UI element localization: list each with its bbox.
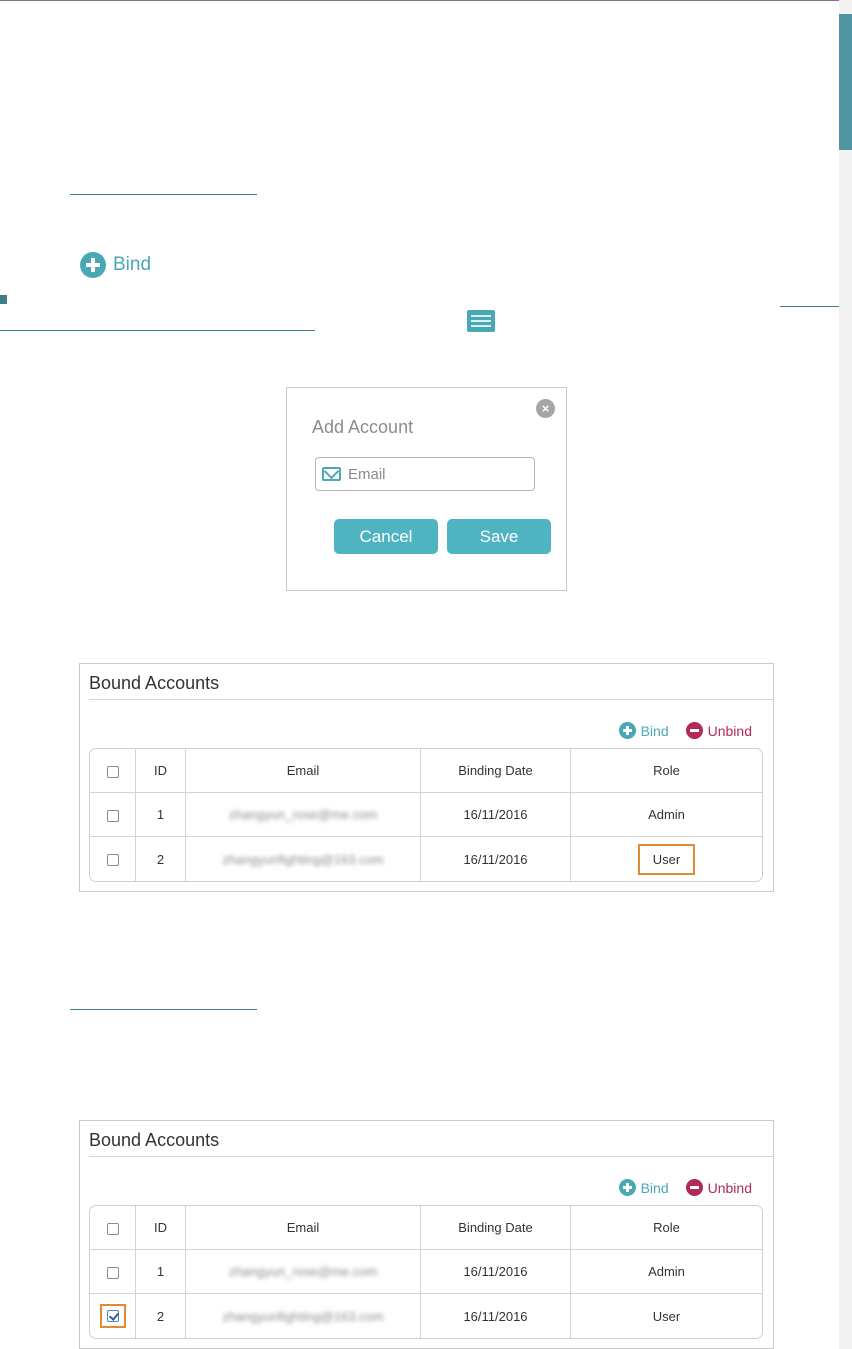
save-button[interactable]: Save <box>447 519 551 554</box>
table-header: ID Email Binding Date Role <box>90 749 762 793</box>
dialog-title: Add Account <box>312 417 414 437</box>
col-binding-date: Binding Date <box>421 1206 571 1250</box>
bookmark-icon <box>0 295 7 304</box>
panel-title: Bound Accounts <box>89 673 220 693</box>
panel-actions: Bind Unbind <box>618 722 752 739</box>
row-role: Admin <box>571 793 762 837</box>
panel-title: Bound Accounts <box>89 1130 220 1150</box>
top-rule <box>0 0 852 1</box>
panel-divider <box>89 699 773 700</box>
envelope-icon <box>322 467 341 481</box>
plus-circle-icon <box>80 252 106 278</box>
accounts-table: ID Email Binding Date Role 1 zhangyun_ro… <box>89 748 763 882</box>
row-checkbox-checked[interactable] <box>106 1310 119 1322</box>
email-value: zhangyun_rose@me.com <box>228 807 378 822</box>
col-role: Role <box>571 749 762 793</box>
bind-button[interactable]: Bind <box>618 722 669 739</box>
inline-bind-button: Bind <box>80 252 151 278</box>
table-row: 2 zhangyunfighting@163.com 16/11/2016 Us… <box>90 1294 762 1338</box>
bind-label: Bind <box>640 722 669 739</box>
row-role: User <box>652 1308 681 1324</box>
plus-icon <box>618 1179 636 1196</box>
accounts-table: ID Email Binding Date Role 1 zhangyun_ro… <box>89 1205 763 1339</box>
row-checkbox[interactable] <box>106 809 119 822</box>
link-underline-1[interactable] <box>70 194 257 195</box>
row-email: zhangyunfighting@163.com <box>186 837 421 881</box>
row-date: 16/11/2016 <box>421 837 571 881</box>
email-value: zhangyunfighting@163.com <box>222 851 384 867</box>
unbind-button[interactable]: Unbind <box>685 722 752 739</box>
row-select-cell <box>90 1250 136 1294</box>
page-edge-bar <box>839 0 852 1349</box>
row-checkbox[interactable] <box>106 1266 119 1279</box>
row-role[interactable]: User <box>571 837 762 881</box>
col-binding-date: Binding Date <box>421 749 571 793</box>
col-id: ID <box>136 749 186 793</box>
panel-actions: Bind Unbind <box>618 1179 752 1196</box>
row-email: zhangyun_rose@me.com <box>186 1250 421 1294</box>
row-role: Admin <box>571 1250 762 1294</box>
minus-icon <box>685 722 703 739</box>
link-underline-4[interactable] <box>70 1009 257 1010</box>
row-select-cell <box>90 793 136 837</box>
row-date: 16/11/2016 <box>421 1250 571 1294</box>
row-select-cell <box>90 837 136 881</box>
panel-divider <box>89 1156 773 1157</box>
bind-button[interactable]: Bind <box>618 1179 669 1196</box>
col-role: Role <box>571 1206 762 1250</box>
chapter-tab <box>839 14 852 150</box>
email-value: zhangyunfighting@163.com <box>222 1308 384 1324</box>
email-value: zhangyun_rose@me.com <box>228 1264 378 1279</box>
role-highlight[interactable]: User <box>637 843 696 875</box>
unbind-label: Unbind <box>707 1179 752 1196</box>
select-all-cell <box>90 1206 136 1250</box>
unbind-button[interactable]: Unbind <box>685 1179 752 1196</box>
page-edge-strip <box>839 0 852 1349</box>
inline-bind-label: Bind <box>113 254 152 275</box>
table-row: 2 zhangyunfighting@163.com 16/11/2016 Us… <box>90 837 762 881</box>
table-row: 1 zhangyun_rose@me.com 16/11/2016 Admin <box>90 1250 762 1294</box>
plus-icon <box>618 722 636 739</box>
email-input[interactable] <box>348 465 518 483</box>
row-email: zhangyun_rose@me.com <box>186 793 421 837</box>
link-underline-3[interactable] <box>0 330 315 331</box>
col-id: ID <box>136 1206 186 1250</box>
checkbox-highlight[interactable] <box>99 1304 126 1328</box>
add-account-dialog: × Add Account Cancel Save <box>286 387 567 591</box>
cancel-button[interactable]: Cancel <box>334 519 438 554</box>
select-all-checkbox[interactable] <box>106 1222 119 1235</box>
col-email: Email <box>186 1206 421 1250</box>
select-all-checkbox[interactable] <box>106 765 119 778</box>
link-underline-2[interactable] <box>780 306 839 307</box>
table-header: ID Email Binding Date Role <box>90 1206 762 1250</box>
row-date: 16/11/2016 <box>421 793 571 837</box>
row-checkbox[interactable] <box>106 854 119 867</box>
select-all-cell <box>90 749 136 793</box>
row-date: 16/11/2016 <box>421 1294 571 1338</box>
row-email: zhangyunfighting@163.com <box>186 1294 421 1338</box>
row-select-cell <box>90 1294 136 1338</box>
menu-icon <box>467 310 495 332</box>
minus-icon <box>685 1179 703 1196</box>
row-id: 1 <box>136 793 186 837</box>
table-row: 1 zhangyun_rose@me.com 16/11/2016 Admin <box>90 793 762 837</box>
unbind-label: Unbind <box>707 722 752 739</box>
bound-accounts-panel-1: Bound Accounts Bind Unbind ID Email Bind… <box>79 663 774 892</box>
row-id: 2 <box>136 1294 186 1338</box>
row-id: 1 <box>136 1250 186 1294</box>
bind-label: Bind <box>640 1179 669 1196</box>
email-field[interactable] <box>315 457 535 491</box>
col-email: Email <box>186 749 421 793</box>
close-icon[interactable]: × <box>536 399 555 418</box>
row-id: 2 <box>136 837 186 881</box>
bound-accounts-panel-2: Bound Accounts Bind Unbind ID Email Bind… <box>79 1120 774 1349</box>
